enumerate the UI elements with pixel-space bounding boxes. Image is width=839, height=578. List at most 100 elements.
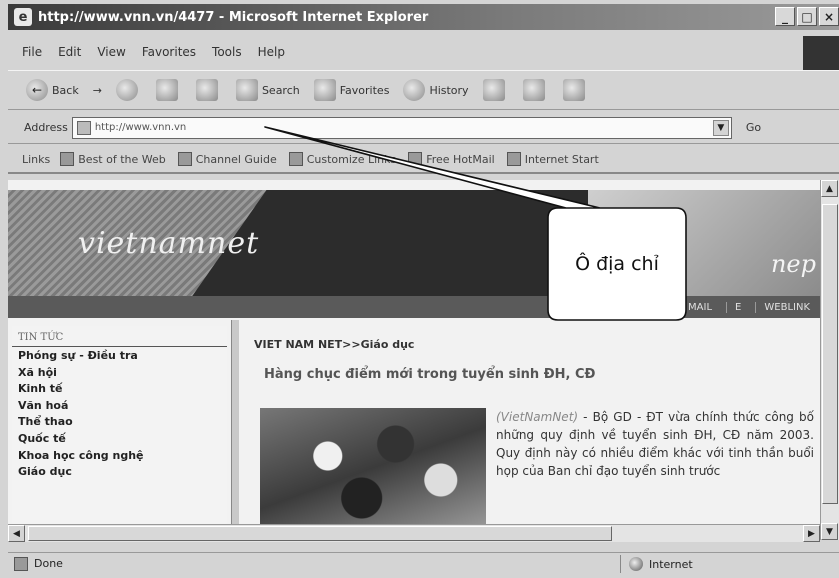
scroll-down-button[interactable]: ▼ bbox=[821, 523, 838, 540]
article-source: (VietNamNet) bbox=[496, 410, 579, 424]
divider bbox=[12, 346, 227, 347]
home-icon bbox=[195, 79, 218, 101]
forward-button[interactable]: → bbox=[93, 84, 102, 97]
address-input[interactable] bbox=[94, 122, 695, 133]
menu-bar: File Edit View Favorites Tools Help bbox=[8, 40, 839, 64]
edit-button[interactable] bbox=[562, 79, 589, 101]
leftnav-item[interactable]: Xã hội bbox=[18, 366, 227, 383]
windows-logo-icon bbox=[803, 36, 839, 70]
link-internet-start[interactable]: Internet Start bbox=[506, 152, 599, 166]
forward-arrow-icon: → bbox=[92, 83, 102, 97]
link-customize-links[interactable]: Customize Links bbox=[288, 152, 397, 166]
minimize-button[interactable]: _ bbox=[775, 7, 795, 26]
article-photo[interactable] bbox=[260, 408, 486, 528]
page-icon bbox=[288, 152, 303, 166]
scroll-left-button[interactable]: ◀ bbox=[8, 525, 25, 542]
print-button[interactable] bbox=[522, 79, 549, 101]
favorites-icon bbox=[313, 79, 336, 101]
nav-weblink[interactable]: WEBLINK bbox=[755, 301, 810, 313]
breadcrumb[interactable]: VIET NAM NET>>Giáo dục bbox=[254, 338, 820, 351]
leftnav-item[interactable]: Khoa học công nghệ bbox=[18, 449, 227, 466]
status-text: Done bbox=[34, 557, 63, 570]
back-button[interactable]: ← Back bbox=[26, 79, 79, 101]
leftnav-item[interactable]: Phóng sự - Điều tra bbox=[18, 349, 227, 366]
links-bar: Links Best of the Web Channel Guide Cust… bbox=[8, 146, 839, 174]
home-button[interactable] bbox=[195, 79, 222, 101]
refresh-icon bbox=[155, 79, 178, 101]
zone-panel: Internet bbox=[620, 555, 839, 573]
window-controls: _ □ × bbox=[775, 7, 839, 26]
menu-help[interactable]: Help bbox=[258, 45, 285, 59]
search-label: Search bbox=[261, 83, 300, 97]
menu-edit[interactable]: Edit bbox=[58, 45, 81, 59]
mail-icon bbox=[482, 79, 505, 101]
address-field[interactable]: ▼ bbox=[71, 116, 732, 139]
leftnav-item[interactable]: Giáo dục bbox=[18, 465, 227, 482]
scroll-thumb[interactable] bbox=[28, 526, 612, 541]
leftnav-item[interactable]: Văn hoá bbox=[18, 399, 227, 416]
leftnav-item[interactable]: Thể thao bbox=[18, 415, 227, 432]
status-bar: Done Internet bbox=[8, 552, 839, 574]
page-icon bbox=[177, 152, 192, 166]
banner-right-logo: nep bbox=[770, 250, 816, 278]
page-content: vietnamnet nep CHECK MAIL E WEBLINK TIN … bbox=[8, 180, 820, 540]
leftnav-header: TIN TỨC bbox=[18, 332, 64, 343]
site-nav-strip: CHECK MAIL E WEBLINK bbox=[8, 296, 820, 318]
stop-icon bbox=[115, 79, 138, 101]
close-button[interactable]: × bbox=[819, 7, 839, 26]
favorites-label: Favorites bbox=[339, 83, 390, 97]
menu-file[interactable]: File bbox=[22, 45, 42, 59]
main-column: VIET NAM NET>>Giáo dục Hàng chục điểm mớ… bbox=[244, 326, 820, 540]
history-icon bbox=[403, 79, 426, 101]
leftnav-item[interactable]: Quốc tế bbox=[18, 432, 227, 449]
title-bar: e http://www.vnn.vn/4477 - Microsoft Int… bbox=[8, 4, 839, 30]
ie-logo-icon: e bbox=[14, 8, 32, 26]
edit-icon bbox=[562, 79, 585, 101]
mail-button[interactable] bbox=[482, 79, 509, 101]
address-dropdown-button[interactable]: ▼ bbox=[712, 119, 729, 136]
column-divider bbox=[231, 320, 239, 540]
maximize-button[interactable]: □ bbox=[797, 7, 817, 26]
globe-icon bbox=[629, 557, 643, 571]
callout-label: Ô địa chỉ bbox=[575, 253, 659, 275]
link-best-of-web[interactable]: Best of the Web bbox=[60, 152, 166, 166]
scroll-thumb[interactable] bbox=[822, 204, 838, 504]
go-button[interactable]: Go bbox=[746, 121, 761, 134]
link-label: Customize Links bbox=[306, 152, 397, 166]
vertical-scrollbar[interactable]: ▲ ▼ bbox=[820, 180, 839, 540]
page-icon bbox=[76, 120, 91, 135]
link-label: Free HotMail bbox=[426, 152, 495, 166]
nav-item[interactable]: E bbox=[726, 301, 741, 313]
left-nav: TIN TỨC Phóng sự - Điều tra Xã hội Kinh … bbox=[12, 326, 227, 540]
window-title: http://www.vnn.vn/4477 - Microsoft Inter… bbox=[38, 9, 429, 25]
back-label: Back bbox=[52, 83, 79, 97]
browser-window: e http://www.vnn.vn/4477 - Microsoft Int… bbox=[0, 0, 839, 578]
link-free-hotmail[interactable]: Free HotMail bbox=[408, 152, 495, 166]
standard-toolbar: ← Back → Search Favorites History bbox=[8, 70, 839, 110]
history-label: History bbox=[429, 83, 469, 97]
article-text: (VietNamNet) - Bộ GD - ĐT vừa chính thức… bbox=[496, 408, 814, 480]
address-bar: Address ▼ Go bbox=[8, 112, 839, 144]
link-label: Channel Guide bbox=[195, 152, 277, 166]
menu-view[interactable]: View bbox=[97, 45, 125, 59]
link-channel-guide[interactable]: Channel Guide bbox=[177, 152, 277, 166]
favorites-button[interactable]: Favorites bbox=[313, 79, 390, 101]
page-icon bbox=[60, 152, 75, 166]
scroll-up-button[interactable]: ▲ bbox=[821, 180, 838, 197]
article-headline[interactable]: Hàng chục điểm mới trong tuyển sinh ĐH, … bbox=[264, 367, 820, 382]
links-label: Links bbox=[22, 152, 51, 166]
horizontal-scrollbar[interactable]: ◀ ▶ bbox=[8, 524, 820, 542]
back-arrow-icon: ← bbox=[26, 79, 48, 101]
refresh-button[interactable] bbox=[155, 79, 182, 101]
search-button[interactable]: Search bbox=[235, 79, 300, 101]
leftnav-item[interactable]: Kinh tế bbox=[18, 382, 227, 399]
site-logo[interactable]: vietnamnet bbox=[78, 226, 259, 261]
stop-button[interactable] bbox=[115, 79, 142, 101]
scroll-right-button[interactable]: ▶ bbox=[803, 525, 820, 542]
link-label: Best of the Web bbox=[78, 152, 166, 166]
zone-label: Internet bbox=[649, 557, 693, 571]
menu-tools[interactable]: Tools bbox=[212, 45, 242, 59]
menu-favorites[interactable]: Favorites bbox=[142, 45, 196, 59]
history-button[interactable]: History bbox=[403, 79, 469, 101]
page-icon bbox=[14, 556, 28, 571]
